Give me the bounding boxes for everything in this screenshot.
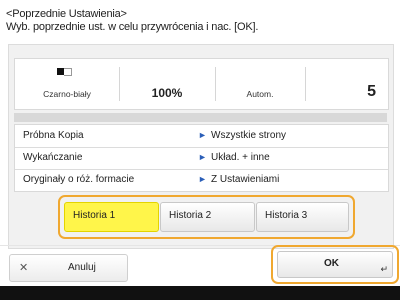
arrow-right-icon: ► (198, 152, 207, 162)
history-3-button[interactable]: Historia 3 (256, 202, 349, 232)
black-white-icon (57, 68, 73, 76)
history-2-button[interactable]: Historia 2 (160, 202, 255, 232)
dialog-title: <Poprzednie Ustawienia> (6, 8, 127, 20)
copies-count: 5 (367, 83, 376, 100)
ok-label: OK (324, 258, 339, 269)
dialog-instruction: Wyb. poprzednie ust. w celu przywrócenia… (6, 21, 259, 33)
summary-bar: Czarno-biały 100% Autom. 5 (14, 58, 389, 110)
history-3-label: Historia 3 (265, 210, 308, 221)
settings-row-mixed-originals: Oryginały o róż. formacie ► Z Ustawienia… (15, 169, 388, 191)
history-1-button[interactable]: Historia 1 (64, 202, 159, 232)
setting-value: Wszystkie strony (211, 130, 287, 141)
enter-return-icon: ↵ (380, 264, 388, 274)
paper-cell: Autom. (215, 59, 305, 109)
history-1-label: Historia 1 (73, 210, 116, 221)
history-selector: Historia 1 Historia 2 Historia 3 (58, 195, 355, 239)
setting-value: Układ. + inne (211, 152, 270, 163)
divider-stripe (14, 113, 387, 122)
history-2-label: Historia 2 (169, 210, 212, 221)
copies-cell: 5 (305, 59, 388, 109)
arrow-right-icon: ► (198, 174, 207, 184)
close-icon: ✕ (19, 262, 29, 274)
setting-name: Próbna Kopia (23, 130, 84, 141)
setting-value: Z Ustawieniami (211, 174, 280, 185)
setting-name: Oryginały o róż. formacie (23, 174, 135, 185)
color-mode-label: Czarno-biały (43, 89, 91, 99)
settings-list: Próbna Kopia ► Wszystkie strony Wykańcza… (14, 124, 389, 192)
color-mode-cell: Czarno-biały (15, 59, 119, 109)
setting-name: Wykańczanie (23, 152, 83, 163)
settings-row-proof-copy: Próbna Kopia ► Wszystkie strony (15, 125, 388, 148)
arrow-right-icon: ► (198, 130, 207, 140)
cancel-label: Anuluj (68, 262, 96, 273)
ok-button[interactable]: OK ↵ (277, 251, 393, 278)
dialog-header: <Poprzednie Ustawienia> Wyb. poprzednie … (6, 8, 396, 34)
paper-value: Autom. (246, 89, 274, 99)
zoom-value: 100% (151, 86, 183, 100)
zoom-cell: 100% (119, 59, 215, 109)
cancel-button[interactable]: ✕ Anuluj (9, 254, 128, 282)
ok-highlight: OK ↵ (271, 245, 399, 284)
settings-row-finishing: Wykańczanie ► Układ. + inne (15, 147, 388, 170)
status-bar (0, 286, 400, 300)
